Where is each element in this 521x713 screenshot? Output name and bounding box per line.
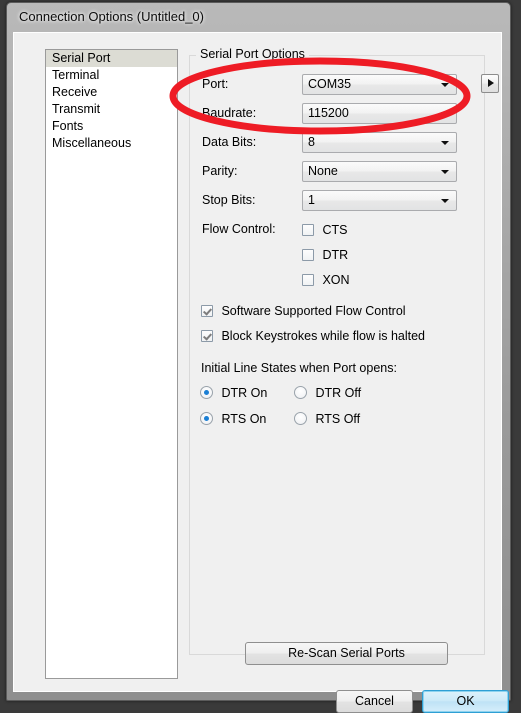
sidebar-item-receive[interactable]: Receive	[46, 84, 177, 101]
checkbox-cts[interactable]: CTS	[302, 221, 347, 239]
checkbox-xon[interactable]: XON	[302, 271, 350, 289]
checkbox-block-keystrokes[interactable]: Block Keystrokes while flow is halted	[201, 327, 425, 345]
radio-label: DTR Off	[315, 386, 362, 400]
checkbox-checked-icon	[201, 330, 213, 342]
sidebar-item-miscellaneous[interactable]: Miscellaneous	[46, 135, 177, 152]
radio-dtr-on[interactable]: DTR On	[200, 384, 267, 402]
settings-category-list[interactable]: Serial Port Terminal Receive Transmit Fo…	[45, 49, 178, 679]
chevron-down-icon	[441, 170, 449, 174]
radio-icon	[294, 412, 307, 425]
sidebar-item-label: Fonts	[52, 119, 84, 133]
radio-selected-icon	[200, 412, 213, 425]
ok-button[interactable]: OK	[422, 690, 509, 713]
radio-label: DTR On	[221, 386, 268, 400]
chevron-down-icon	[441, 112, 449, 116]
checkbox-label: DTR	[322, 248, 349, 262]
checkbox-dtr[interactable]: DTR	[302, 246, 348, 264]
checkbox-label: Block Keystrokes while flow is halted	[221, 329, 426, 343]
checkbox-checked-icon	[201, 305, 213, 317]
flow-control-label: Flow Control:	[202, 222, 276, 236]
port-value: COM35	[308, 77, 352, 91]
checkbox-label: Software Supported Flow Control	[221, 304, 406, 318]
stop-bits-combobox[interactable]: 1	[302, 190, 457, 211]
data-bits-label: Data Bits:	[202, 135, 257, 149]
parity-value: None	[308, 164, 338, 178]
stop-bits-label: Stop Bits:	[202, 193, 256, 207]
group-legend: Serial Port Options	[196, 47, 309, 61]
radio-icon	[294, 386, 307, 399]
radio-label: RTS Off	[315, 412, 361, 426]
dialog-window: Connection Options (Untitled_0) Serial P…	[6, 2, 511, 713]
checkbox-icon	[302, 274, 314, 286]
rescan-serial-ports-button[interactable]: Re-Scan Serial Ports	[245, 642, 448, 665]
parity-label: Parity:	[202, 164, 238, 178]
port-combobox[interactable]: COM35	[302, 74, 457, 95]
title-bar: Connection Options (Untitled_0)	[7, 3, 510, 35]
triangle-right-icon	[488, 79, 494, 87]
baudrate-combobox[interactable]: 115200	[302, 103, 457, 124]
checkbox-icon	[302, 249, 314, 261]
sidebar-item-transmit[interactable]: Transmit	[46, 101, 177, 118]
baudrate-label: Baudrate:	[202, 106, 257, 120]
chevron-down-icon	[441, 141, 449, 145]
sidebar-item-label: Transmit	[52, 102, 101, 116]
checkbox-label: CTS	[322, 223, 348, 237]
baudrate-value: 115200	[308, 106, 349, 120]
sidebar-item-fonts[interactable]: Fonts	[46, 118, 177, 135]
chevron-down-icon	[441, 199, 449, 203]
sidebar-item-label: Receive	[52, 85, 98, 99]
stop-bits-value: 1	[308, 193, 315, 207]
checkbox-software-supported-flow-control[interactable]: Software Supported Flow Control	[201, 302, 406, 320]
radio-rts-off[interactable]: RTS Off	[294, 410, 360, 428]
checkbox-label: XON	[322, 273, 350, 287]
data-bits-value: 8	[308, 135, 315, 149]
dialog-client-area: Serial Port Terminal Receive Transmit Fo…	[13, 32, 509, 713]
sidebar-item-label: Terminal	[52, 68, 100, 82]
port-label: Port:	[202, 77, 229, 91]
parity-combobox[interactable]: None	[302, 161, 457, 182]
checkbox-icon	[302, 224, 314, 236]
port-next-button[interactable]	[481, 74, 499, 93]
sidebar-item-terminal[interactable]: Terminal	[46, 67, 177, 84]
sidebar-item-label: Miscellaneous	[52, 136, 132, 150]
sidebar-item-serial-port[interactable]: Serial Port	[46, 50, 177, 67]
radio-label: RTS On	[221, 412, 267, 426]
sidebar-item-label: Serial Port	[52, 51, 111, 65]
initial-line-states-label: Initial Line States when Port opens:	[201, 361, 397, 375]
data-bits-combobox[interactable]: 8	[302, 132, 457, 153]
cancel-button[interactable]: Cancel	[336, 690, 413, 713]
chevron-down-icon	[441, 83, 449, 87]
radio-rts-on[interactable]: RTS On	[200, 410, 266, 428]
window-title: Connection Options (Untitled_0)	[19, 9, 204, 24]
radio-selected-icon	[200, 386, 213, 399]
radio-dtr-off[interactable]: DTR Off	[294, 384, 361, 402]
